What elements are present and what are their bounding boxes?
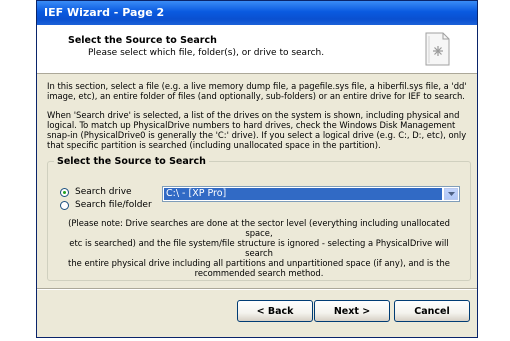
drive-info-line: When 'Search drive' is selected, a list …	[47, 110, 460, 120]
wizard-page-icon	[425, 32, 450, 66]
search-file-folder-option[interactable]: Search file/folder	[60, 200, 152, 210]
chevron-down-icon	[447, 192, 455, 196]
next-button[interactable]: Next >	[314, 300, 390, 322]
intro-line: image, etc), an entire folder of files (…	[47, 91, 465, 101]
drive-info-paragraph: When 'Search drive' is selected, a list …	[47, 110, 472, 150]
wizard-header: Select the Source to Search Please selec…	[37, 25, 477, 74]
search-drive-radio[interactable]	[60, 187, 69, 197]
intro-paragraph: In this section, select a file (e.g. a l…	[47, 81, 472, 101]
source-group-legend: Select the Source to Search	[54, 156, 209, 167]
drive-select-value: C:\ - [XP Pro]	[164, 188, 442, 200]
note-line: the entire physical drive including all …	[68, 258, 450, 268]
search-file-folder-label: Search file/folder	[75, 200, 152, 210]
intro-line: In this section, select a file (e.g. a l…	[47, 81, 467, 91]
window-title: IEF Wizard - Page 2	[44, 6, 165, 19]
cancel-button[interactable]: Cancel	[394, 300, 470, 322]
drive-search-note: (Please note: Drive searches are done at…	[56, 218, 462, 278]
note-line: (Please note: Drive searches are done at…	[68, 218, 450, 238]
search-drive-label: Search drive	[75, 187, 132, 197]
drive-info-line: that specific partition is searched (inc…	[47, 140, 381, 150]
dropdown-arrow-button[interactable]	[444, 188, 458, 200]
search-file-folder-radio[interactable]	[60, 200, 69, 210]
source-groupbox: Select the Source to Search Search drive…	[47, 156, 471, 281]
drive-select[interactable]: C:\ - [XP Pro]	[162, 186, 460, 202]
drive-info-line: snap-in (PhysicalDrive0 is generally the…	[47, 130, 467, 140]
header-title: Select the Source to Search	[68, 35, 217, 46]
wizard-window: IEF Wizard - Page 2 Select the Source to…	[36, 0, 478, 338]
note-line: recommended search method.	[194, 268, 324, 278]
search-drive-option[interactable]: Search drive	[60, 187, 132, 197]
header-subtitle: Please select which file, folder(s), or …	[88, 48, 325, 58]
button-divider	[37, 288, 477, 290]
note-line: etc is searched) and the file system/fil…	[69, 238, 449, 258]
back-button[interactable]: < Back	[237, 300, 313, 322]
title-bar[interactable]: IEF Wizard - Page 2	[37, 1, 477, 25]
drive-info-line: logical. To match up PhysicalDrive numbe…	[47, 120, 456, 130]
